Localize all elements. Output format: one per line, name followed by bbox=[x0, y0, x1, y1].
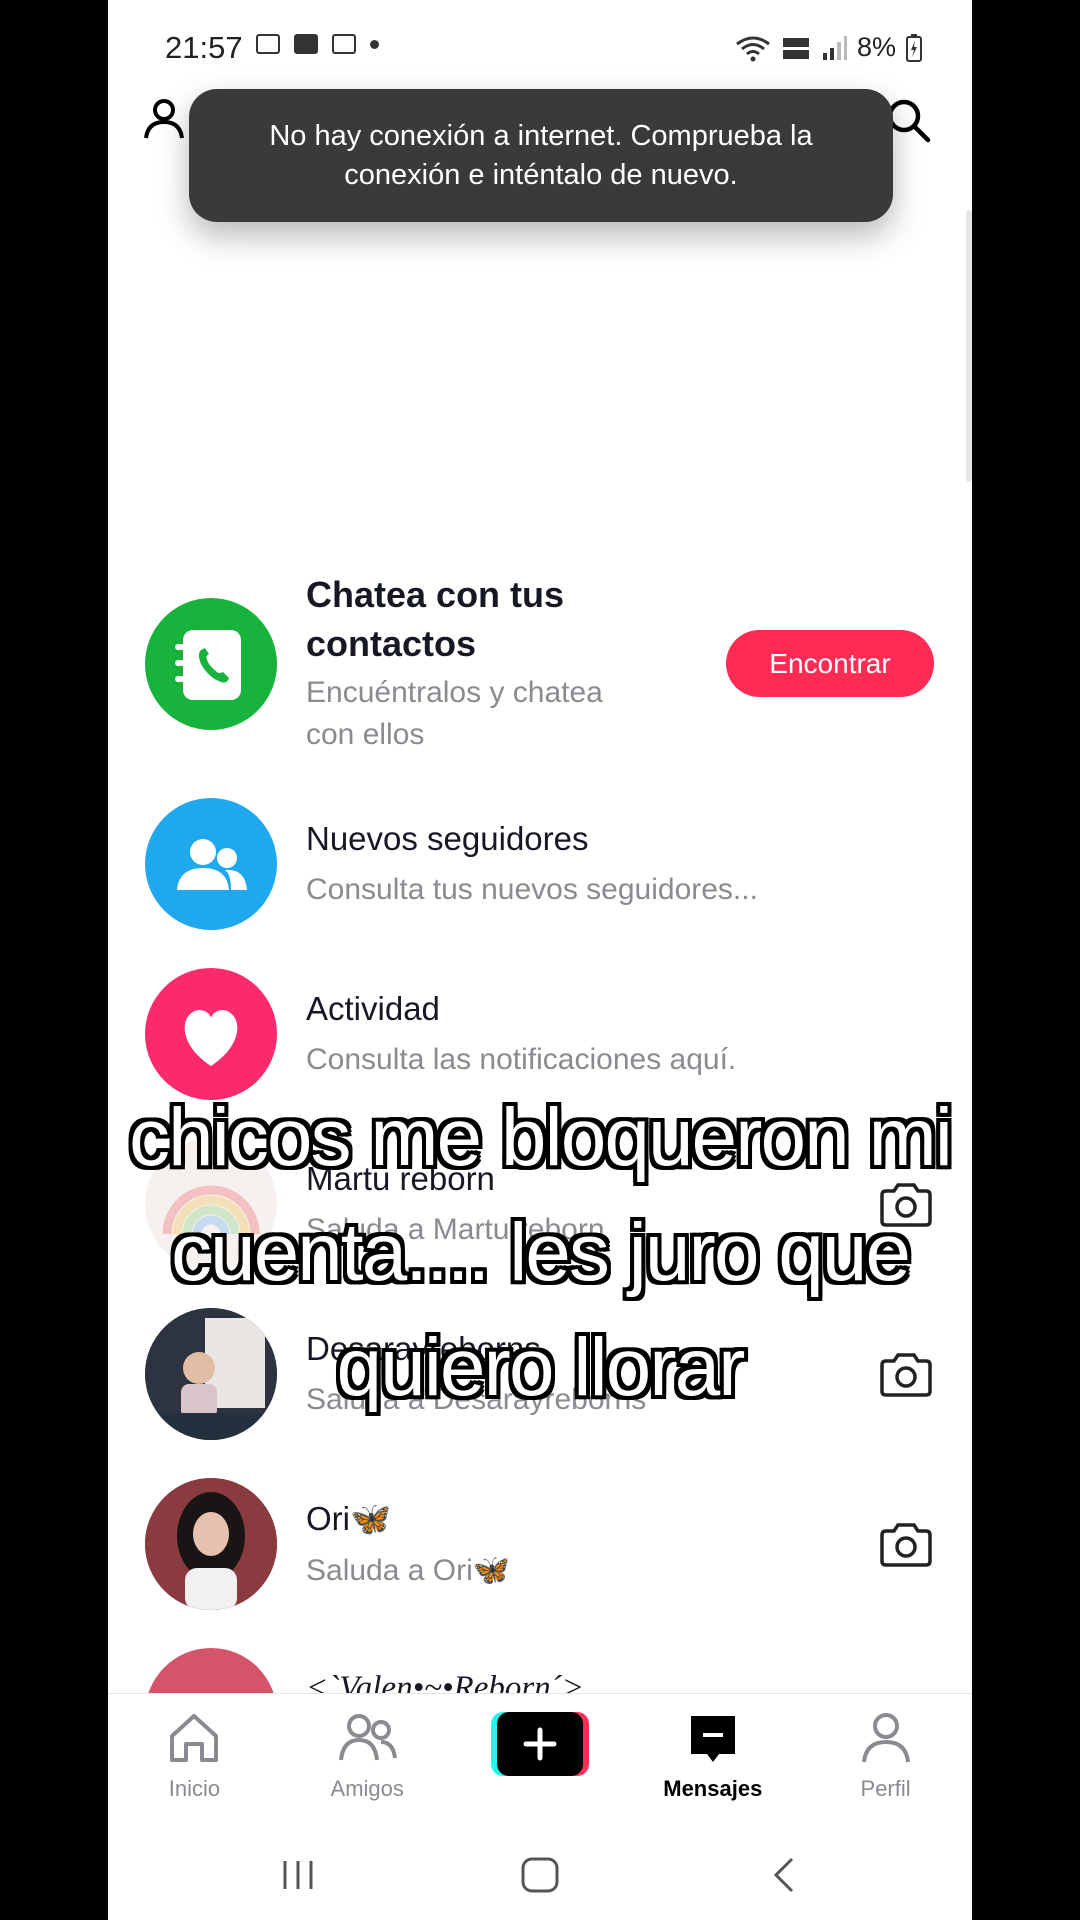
activity-title: Actividad bbox=[306, 990, 440, 1027]
contacts-avatar bbox=[145, 598, 277, 730]
create-button[interactable] bbox=[490, 1712, 589, 1776]
contacts-title: Chatea con tus contactos bbox=[306, 574, 565, 664]
suggested-name: <`Valen•~•Reborn´> bbox=[306, 1670, 584, 1693]
home-icon bbox=[170, 1714, 219, 1762]
status-time: 21:57 bbox=[165, 30, 243, 65]
volte-icon bbox=[782, 37, 809, 59]
contacts-phone-icon bbox=[175, 630, 241, 700]
followers-avatar bbox=[145, 798, 277, 930]
nav-home[interactable]: Inicio bbox=[108, 1694, 281, 1824]
no-connection-toast: No hay conexión a internet. Comprueba la… bbox=[189, 89, 893, 222]
back-icon[interactable] bbox=[772, 1857, 796, 1893]
battery-charging-icon bbox=[906, 33, 922, 62]
video-caption: chicos me bloqueron mi cuenta.... les ju… bbox=[25, 1080, 1055, 1425]
scroll-indicator bbox=[966, 210, 972, 482]
camera-icon[interactable] bbox=[878, 1521, 934, 1569]
status-bar: 21:57 8% bbox=[108, 0, 972, 98]
suggested-account-row[interactable]: Ori🦋 Saluda a Ori🦋 bbox=[108, 1478, 972, 1613]
inbox-screen: 21:57 8% No hay conexión a internet. Com… bbox=[108, 0, 972, 1920]
suggested-subtitle: Saluda a Ori🦋 bbox=[306, 1554, 511, 1587]
followers-subtitle: Consulta tus nuevos seguidores... bbox=[306, 873, 758, 906]
signal-icon bbox=[822, 35, 847, 60]
new-followers-row[interactable]: Nuevos seguidores Consulta tus nuevos se… bbox=[108, 798, 972, 933]
caption-line: quiero llorar bbox=[336, 1322, 746, 1413]
avatar bbox=[145, 1648, 277, 1693]
home-button-icon[interactable] bbox=[521, 1857, 559, 1893]
suggested-name: Ori🦋 bbox=[306, 1500, 392, 1537]
inbox-icon bbox=[690, 1716, 735, 1762]
find-contacts-button[interactable]: Encontrar bbox=[726, 630, 934, 697]
nav-home-label: Inicio bbox=[168, 1776, 221, 1801]
friends-icon bbox=[339, 1714, 398, 1761]
people-icon bbox=[177, 839, 247, 890]
status-right: 8% bbox=[735, 32, 922, 63]
bottom-nav: Inicio Amigos Mensajes Perfil bbox=[108, 1693, 972, 1824]
system-nav-bar bbox=[108, 1823, 972, 1920]
nav-friends-label: Amigos bbox=[330, 1776, 404, 1801]
avatar-photo bbox=[145, 1478, 277, 1610]
wifi-icon bbox=[736, 36, 770, 61]
contacts-subtitle: Encuéntralos y chatea con ellos bbox=[306, 676, 603, 751]
battery-percent: 8% bbox=[856, 32, 896, 62]
nav-messages[interactable]: Mensajes bbox=[626, 1694, 799, 1824]
nav-messages-label: Mensajes bbox=[663, 1776, 763, 1801]
nav-profile-label: Perfil bbox=[860, 1776, 911, 1801]
notification-icons bbox=[256, 34, 379, 54]
nav-create[interactable] bbox=[454, 1694, 627, 1824]
suggested-account-row[interactable]: <`Valen•~•Reborn´> bbox=[108, 1648, 972, 1693]
profile-icon bbox=[861, 1713, 910, 1763]
app-notification-icon bbox=[294, 34, 318, 54]
screenshot-icon bbox=[332, 34, 356, 54]
caption-line: cuenta.... les juro que bbox=[170, 1207, 911, 1298]
more-notifications-dot bbox=[370, 39, 379, 49]
screenshot-icon bbox=[256, 34, 280, 54]
add-friends-icon[interactable] bbox=[143, 96, 193, 142]
followers-title: Nuevos seguidores bbox=[306, 820, 589, 857]
activity-subtitle: Consulta las notificaciones aquí. bbox=[306, 1043, 737, 1076]
nav-profile[interactable]: Perfil bbox=[799, 1694, 972, 1824]
nav-friends[interactable]: Amigos bbox=[281, 1694, 454, 1824]
recent-apps-icon[interactable] bbox=[281, 1859, 315, 1891]
avatar bbox=[145, 1478, 277, 1610]
caption-line: chicos me bloqueron mi bbox=[129, 1092, 953, 1183]
